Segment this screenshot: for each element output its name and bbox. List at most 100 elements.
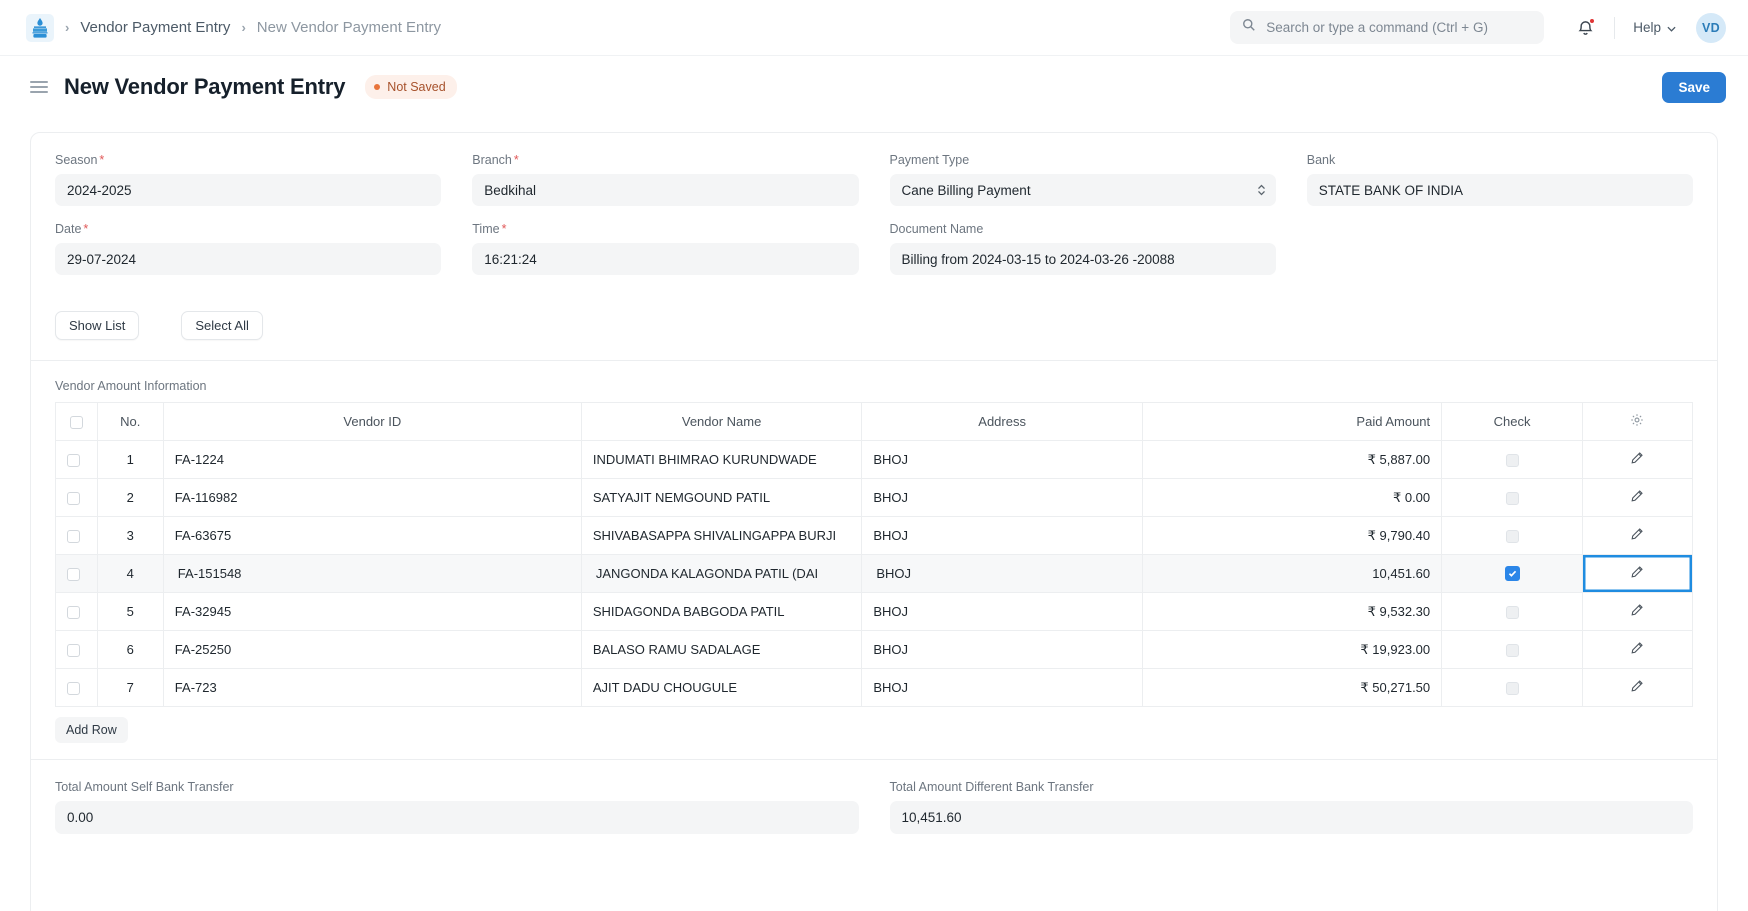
row-select-cell[interactable] [55, 440, 98, 479]
row-select-checkbox[interactable] [67, 682, 80, 696]
row-check-checkbox[interactable] [1505, 492, 1519, 506]
row-select-cell[interactable] [55, 516, 98, 555]
input-season[interactable]: 2024-2025 [55, 174, 442, 206]
cell-vendor-id[interactable]: FA-1224 [162, 440, 582, 479]
cell-vendor-name[interactable]: SHIVABASAPPA SHIVALINGAPPA BURJI [580, 516, 863, 555]
select-all-checkbox[interactable] [69, 416, 83, 430]
cell-check[interactable] [1441, 592, 1583, 631]
select-all-button[interactable]: Select All [181, 311, 263, 340]
row-select-cell[interactable] [55, 630, 98, 669]
cell-check[interactable] [1441, 668, 1583, 707]
row-check-checkbox[interactable] [1505, 644, 1519, 658]
pencil-icon[interactable] [1630, 565, 1644, 579]
row-select-checkbox[interactable] [67, 492, 80, 506]
row-edit-cell[interactable] [1581, 668, 1694, 707]
cell-vendor-id[interactable]: FA-63675 [162, 516, 582, 555]
cell-paid-amount[interactable]: ₹ 9,790.40 [1141, 516, 1443, 555]
cell-vendor-id[interactable]: FA-32945 [162, 592, 582, 631]
header-address[interactable]: Address [861, 402, 1143, 441]
pencil-icon[interactable] [1630, 679, 1644, 693]
row-check-checkbox[interactable] [1505, 606, 1519, 620]
row-select-checkbox[interactable] [67, 454, 80, 468]
pencil-icon[interactable] [1630, 641, 1644, 655]
row-select-cell[interactable] [55, 478, 98, 517]
cell-address[interactable]: BHOJ [861, 440, 1143, 479]
cell-check[interactable] [1441, 554, 1583, 593]
add-row-button[interactable]: Add Row [55, 717, 128, 743]
pencil-icon[interactable] [1630, 489, 1644, 503]
bell-icon[interactable] [1574, 17, 1596, 39]
input-bank[interactable]: STATE BANK OF INDIA [1306, 174, 1693, 206]
row-check-checkbox[interactable] [1505, 454, 1519, 468]
avatar[interactable]: VD [1696, 12, 1726, 43]
row-select-checkbox[interactable] [67, 644, 80, 658]
cell-paid-amount[interactable]: ₹ 19,923.00 [1141, 630, 1443, 669]
cell-address[interactable]: BHOJ [861, 554, 1143, 593]
cell-vendor-id[interactable]: FA-151548 [162, 554, 582, 593]
row-edit-cell[interactable] [1581, 554, 1694, 593]
cell-vendor-name[interactable]: SHIDAGONDA BABGODA PATIL [580, 592, 863, 631]
pencil-icon[interactable] [1630, 603, 1644, 617]
cell-vendor-name[interactable]: JANGONDA KALAGONDA PATIL (DAI [580, 554, 863, 593]
cell-vendor-name[interactable]: INDUMATI BHIMRAO KURUNDWADE [580, 440, 863, 479]
cell-paid-amount[interactable]: ₹ 50,271.50 [1141, 668, 1443, 707]
pencil-icon[interactable] [1630, 527, 1644, 541]
cell-address[interactable]: BHOJ [861, 592, 1143, 631]
row-check-checkbox-checked[interactable] [1504, 566, 1520, 581]
row-edit-cell[interactable] [1581, 440, 1694, 479]
table-row[interactable]: 6 FA-25250 BALASO RAMU SADALAGE BHOJ ₹ 19,92… [55, 630, 1694, 669]
cell-paid-amount[interactable]: ₹ 9,532.30 [1141, 592, 1443, 631]
row-check-checkbox[interactable] [1505, 530, 1519, 544]
row-edit-cell[interactable] [1581, 478, 1694, 517]
row-select-cell[interactable] [55, 592, 98, 631]
cell-check[interactable] [1441, 630, 1583, 669]
pencil-icon[interactable] [1630, 451, 1644, 465]
header-check[interactable]: Check [1441, 402, 1583, 441]
cell-address[interactable]: BHOJ [861, 668, 1143, 707]
row-edit-cell[interactable] [1581, 592, 1694, 631]
cell-vendor-id[interactable]: FA-723 [162, 668, 582, 707]
cell-check[interactable] [1441, 478, 1583, 517]
save-button[interactable]: Save [1662, 71, 1726, 103]
hamburger-icon[interactable] [30, 81, 48, 93]
cell-vendor-name[interactable]: AJIT DADU CHOUGULE [580, 668, 863, 707]
row-edit-cell[interactable] [1581, 516, 1694, 555]
search-input[interactable]: Search or type a command (Ctrl + G) [1230, 11, 1545, 44]
row-edit-cell[interactable] [1581, 630, 1694, 669]
cell-vendor-name[interactable]: BALASO RAMU SADALAGE [580, 630, 863, 669]
row-select-checkbox[interactable] [67, 606, 80, 620]
cell-check[interactable] [1441, 440, 1583, 479]
total-value-input[interactable]: 10,451.60 [889, 801, 1693, 834]
row-select-cell[interactable] [55, 668, 98, 707]
help-menu[interactable]: Help [1633, 20, 1676, 35]
input-time[interactable]: 16:21:24 [472, 243, 859, 275]
row-select-checkbox[interactable] [67, 530, 80, 544]
row-check-checkbox[interactable] [1505, 682, 1519, 696]
cell-vendor-name[interactable]: SATYAJIT NEMGOUND PATIL [580, 478, 863, 517]
header-vendor-id[interactable]: Vendor ID [162, 402, 582, 441]
temple-logo-icon[interactable] [26, 13, 54, 42]
cell-paid-amount[interactable]: ₹ 5,887.00 [1141, 440, 1443, 479]
cell-paid-amount[interactable]: ₹ 0.00 [1141, 478, 1443, 517]
total-value-input[interactable]: 0.00 [55, 801, 859, 834]
input-branch[interactable]: Bedkihal [472, 174, 859, 206]
input-document-name[interactable]: Billing from 2024-03-15 to 2024-03-26 -2… [889, 243, 1276, 275]
header-paid-amount[interactable]: Paid Amount [1141, 402, 1443, 441]
table-row[interactable]: 2 FA-116982 SATYAJIT NEMGOUND PATIL BHOJ ₹ 0… [55, 478, 1694, 517]
header-vendor-name[interactable]: Vendor Name [580, 402, 863, 441]
input-date[interactable]: 29-07-2024 [55, 243, 442, 275]
cell-address[interactable]: BHOJ [861, 478, 1143, 517]
header-no[interactable]: No. [96, 402, 164, 441]
table-row[interactable]: 7 FA-723 AJIT DADU CHOUGULE BHOJ ₹ 50,271.50 [55, 668, 1694, 707]
show-list-button[interactable]: Show List [55, 311, 140, 340]
gear-icon[interactable] [1630, 413, 1644, 427]
cell-paid-amount[interactable]: 10,451.60 [1141, 554, 1443, 593]
cell-address[interactable]: BHOJ [861, 630, 1143, 669]
cell-check[interactable] [1441, 516, 1583, 555]
breadcrumb-parent-link[interactable]: Vendor Payment Entry [80, 19, 230, 36]
cell-address[interactable]: BHOJ [861, 516, 1143, 555]
table-row[interactable]: 1 FA-1224 INDUMATI BHIMRAO KURUNDWADE BHOJ ₹… [55, 440, 1694, 479]
cell-vendor-id[interactable]: FA-116982 [162, 478, 582, 517]
row-select-cell[interactable] [55, 554, 98, 593]
select-payment-type[interactable]: Cane Billing Payment [889, 174, 1276, 206]
